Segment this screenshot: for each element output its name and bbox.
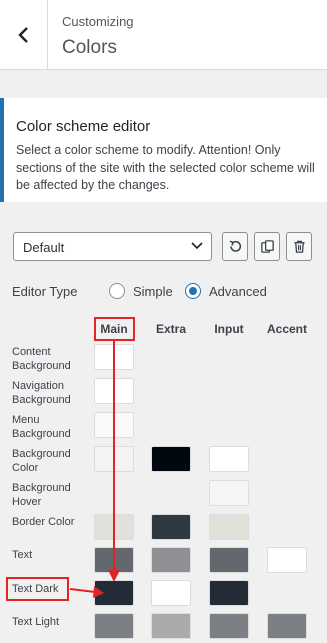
row-label-text-light: Text Light [12,616,60,628]
color-swatch-text-dark-extra[interactable] [151,580,191,606]
row-label-content-background: Content Background [12,346,71,372]
color-swatch-text-light-extra[interactable] [151,613,191,639]
chevron-left-icon [17,27,28,43]
color-swatch-background-hover-input[interactable] [209,480,249,506]
color-swatch-text-light-accent[interactable] [267,613,307,639]
page-title: Colors [62,37,117,58]
color-swatch-border-color-main[interactable] [94,514,134,540]
copy-icon [260,240,274,253]
color-swatch-background-color-extra[interactable] [151,446,191,472]
breadcrumb: Customizing [62,14,134,29]
select-value: Default [23,240,65,255]
color-swatch-border-color-extra[interactable] [151,514,191,540]
color-swatch-background-color-main[interactable] [94,446,134,472]
row-label-border-color: Border Color [12,516,75,528]
reset-icon [229,240,241,252]
reset-button[interactable] [222,232,248,261]
radio-advanced[interactable] [185,283,201,299]
info-text: Select a color scheme to modify. Attenti… [16,143,315,192]
color-swatch-text-main[interactable] [94,547,134,573]
radio-simple[interactable] [109,283,125,299]
radio-simple-label[interactable]: Simple [133,284,173,299]
info-title: Color scheme editor [16,118,151,135]
customizer-header: Customizing Colors [0,0,327,70]
radio-advanced-label[interactable]: Advanced [209,284,267,299]
row-label-background-hover: Background Hover [12,482,71,508]
row-label-background-color: Background Color [12,448,71,474]
chevron-down-icon [191,242,203,250]
color-swatch-text-light-input[interactable] [209,613,249,639]
row-label-navigation-background: Navigation Background [12,380,71,406]
row-label-text: Text [12,549,33,561]
row-label-menu-background: Menu Background [12,414,71,440]
color-swatch-border-color-input[interactable] [209,514,249,540]
editor-type-label: Editor Type [12,284,78,299]
delete-button[interactable] [286,232,312,261]
column-header-extra: Extra [155,322,187,336]
column-header-input: Input [214,322,244,336]
color-swatch-background-color-input[interactable] [209,446,249,472]
color-swatch-menu-background-main[interactable] [94,412,134,438]
color-swatch-text-input[interactable] [209,547,249,573]
color-swatch-navigation-background-main[interactable] [94,378,134,404]
column-header-accent: Accent [266,322,307,336]
trash-icon [293,240,305,253]
info-panel: Color scheme editor Select a color schem… [0,98,327,202]
color-scheme-select[interactable]: Default [13,232,212,261]
color-swatch-text-accent[interactable] [267,547,307,573]
copy-button[interactable] [254,232,280,261]
color-swatch-content-background-main[interactable] [94,344,134,370]
color-swatch-text-dark-main[interactable] [94,580,134,606]
annotation-highlight-text-dark [6,577,69,601]
color-swatch-text-extra[interactable] [151,547,191,573]
color-swatch-text-light-main[interactable] [94,613,134,639]
annotation-highlight-main [94,317,135,341]
back-button[interactable] [0,0,48,70]
color-swatch-text-dark-input[interactable] [209,580,249,606]
